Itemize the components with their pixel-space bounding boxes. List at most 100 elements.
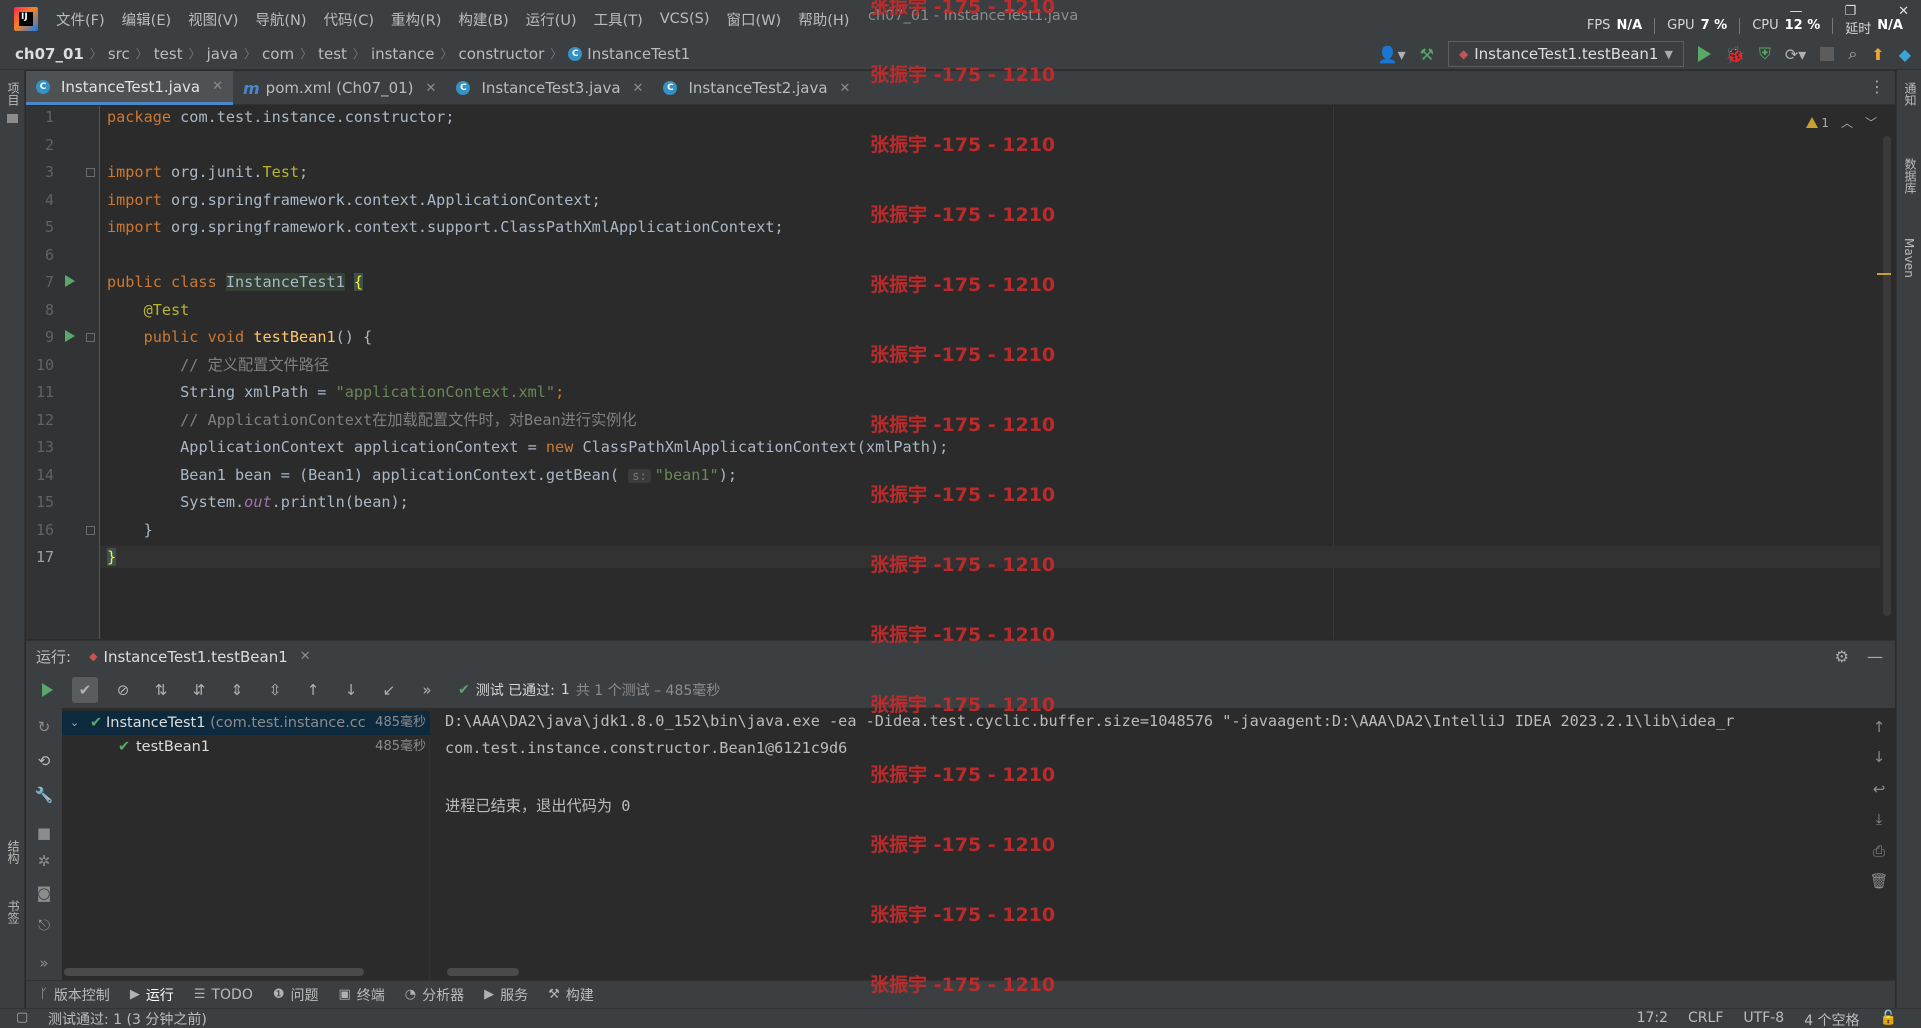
close-icon[interactable]: ✕ xyxy=(633,81,644,96)
fold-icon[interactable] xyxy=(86,168,95,177)
breadcrumb-test-pkg[interactable]: test xyxy=(318,45,347,63)
run-tab[interactable]: ◆ InstanceTest1.testBean1 ✕ xyxy=(89,648,311,666)
sort-duration-icon[interactable]: ⇵ xyxy=(186,677,212,703)
run-test-method-gutter-icon[interactable] xyxy=(62,329,76,343)
menu-help[interactable]: 帮助(H) xyxy=(798,9,849,30)
arrow-up-icon[interactable]: ↑ xyxy=(1869,718,1889,736)
tool-version-control[interactable]: ᚴ 版本控制 xyxy=(40,985,110,1005)
breadcrumb-instance[interactable]: instance xyxy=(371,45,435,63)
next-failed-icon[interactable]: ↓ xyxy=(338,677,364,703)
close-icon[interactable]: ✕ xyxy=(212,79,223,94)
close-icon[interactable]: ✕ xyxy=(426,81,437,96)
database-tool-button[interactable]: 数据库 xyxy=(1902,158,1919,194)
sort-alpha-icon[interactable]: ⇅ xyxy=(148,677,174,703)
code-area[interactable]: package com.test.instance.constructor; i… xyxy=(100,106,1880,639)
stop-icon[interactable] xyxy=(1820,47,1835,61)
chevron-down-icon[interactable]: ﹀ xyxy=(1865,114,1877,131)
run-test-class-gutter-icon[interactable] xyxy=(62,274,76,288)
project-tool-button[interactable]: 项目 xyxy=(5,82,22,106)
structure-tool-button[interactable]: 结构 xyxy=(5,840,22,864)
console-output[interactable]: D:\AAA\DA2\java\jdk1.8.0_152\bin\java.ex… xyxy=(431,708,1861,980)
caret-position[interactable]: 17:2 xyxy=(1637,1010,1668,1028)
debug-icon[interactable]: 🐞 xyxy=(1725,45,1745,64)
print-icon[interactable]: ⎙ xyxy=(1869,842,1889,860)
breadcrumb-com[interactable]: com xyxy=(262,45,294,63)
rerun-icon[interactable] xyxy=(34,677,60,703)
status-message[interactable]: 测试通过: 1 (3 分钟之前) xyxy=(48,1009,207,1028)
toggle-auto-test-icon[interactable]: ⟲ xyxy=(32,752,56,776)
search-icon[interactable]: ⌕ xyxy=(1848,44,1857,64)
bookmarks-tool-button[interactable]: 书签 xyxy=(5,900,22,924)
more-icon[interactable]: » xyxy=(32,954,56,978)
tab-instancetest2[interactable]: C InstanceTest2.java ✕ xyxy=(653,71,860,105)
tree-row[interactable]: ⌄ ✔ InstanceTest1 (com.test.instance.cc … xyxy=(62,711,430,735)
breadcrumb-src[interactable]: src xyxy=(108,45,130,63)
breadcrumb-project[interactable]: ch07_01 xyxy=(15,45,84,63)
wrench-icon[interactable]: 🔧 xyxy=(32,786,56,810)
menu-run[interactable]: 运行(U) xyxy=(526,9,577,30)
more-vertical-icon[interactable]: ⋮ xyxy=(1869,77,1885,96)
import-results-icon[interactable]: ↙ xyxy=(376,677,402,703)
tab-instancetest1[interactable]: C InstanceTest1.java ✕ xyxy=(26,71,233,105)
debug-icon[interactable]: ✲ xyxy=(32,852,56,876)
tool-services[interactable]: ▶ 服务 xyxy=(484,985,528,1005)
tool-profiler[interactable]: ◔ 分析器 xyxy=(405,985,464,1005)
build-hammer-icon[interactable]: ⚒ xyxy=(1420,45,1434,64)
camera-icon[interactable]: ◙ xyxy=(32,884,56,908)
tool-todo[interactable]: ☰ TODO xyxy=(194,987,253,1003)
trash-icon[interactable]: 🗑 xyxy=(1869,872,1889,890)
tab-instancetest3[interactable]: C InstanceTest3.java ✕ xyxy=(446,71,653,105)
ide-logo-icon[interactable]: ◆ xyxy=(1899,45,1911,64)
gear-icon[interactable]: ⚙ xyxy=(1835,647,1849,666)
file-encoding[interactable]: UTF-8 xyxy=(1743,1010,1784,1028)
menu-view[interactable]: 视图(V) xyxy=(188,9,238,30)
line-separator[interactable]: CRLF xyxy=(1688,1010,1723,1028)
collapse-all-icon[interactable]: ⇳ xyxy=(262,677,288,703)
maven-tool-button[interactable]: Maven xyxy=(1902,238,1916,278)
editor-scrollbar[interactable] xyxy=(1883,136,1891,616)
close-icon[interactable]: ✕ xyxy=(1898,4,1909,19)
menu-window[interactable]: 窗口(W) xyxy=(727,9,782,30)
fold-icon[interactable] xyxy=(86,333,95,342)
soft-wrap-icon[interactable]: ↩ xyxy=(1869,780,1889,798)
expand-all-icon[interactable]: ⇕ xyxy=(224,677,250,703)
menu-edit[interactable]: 编辑(E) xyxy=(122,9,171,30)
arrow-down-icon[interactable]: ↓ xyxy=(1869,748,1889,766)
breadcrumb-class[interactable]: InstanceTest1 xyxy=(587,45,690,63)
menu-file[interactable]: 文件(F) xyxy=(56,9,105,30)
run-config-select[interactable]: ◆ InstanceTest1.testBean1 ▼ xyxy=(1448,41,1684,67)
tree-row[interactable]: ✔ testBean1 485毫秒 xyxy=(62,735,430,759)
coverage-icon[interactable]: ⛨ xyxy=(1759,44,1771,64)
inspections-widget[interactable]: 1 ︿ ﹀ xyxy=(1805,114,1877,131)
close-icon[interactable]: ✕ xyxy=(840,81,851,96)
prev-failed-icon[interactable]: ↑ xyxy=(300,677,326,703)
user-icon[interactable]: 👤▾ xyxy=(1378,45,1406,64)
menu-code[interactable]: 代码(C) xyxy=(324,9,374,30)
tab-pom-xml[interactable]: m pom.xml (Ch07_01) ✕ xyxy=(233,71,446,105)
scroll-to-end-icon[interactable]: ⤓ xyxy=(1869,810,1889,828)
code-editor[interactable]: 1 2 3 4 5 6 7 8 9 10 11 12 13 14 15 16 1… xyxy=(26,106,1895,639)
exit-icon[interactable]: ⎋ xyxy=(32,916,56,940)
menu-build[interactable]: 构建(B) xyxy=(458,9,508,30)
toggle-tool-windows-icon[interactable]: ▢ xyxy=(16,1010,28,1025)
tree-scrollbar[interactable] xyxy=(64,968,364,976)
show-passed-icon[interactable]: ✔ xyxy=(72,677,98,703)
menu-tools[interactable]: 工具(T) xyxy=(594,9,643,30)
menu-navigate[interactable]: 导航(N) xyxy=(255,9,306,30)
intellij-logo-icon[interactable]: IJ xyxy=(14,7,38,31)
update-icon[interactable]: ⬆ xyxy=(1871,45,1884,64)
show-ignored-icon[interactable]: ⊘ xyxy=(110,677,136,703)
breadcrumb-test[interactable]: test xyxy=(154,45,183,63)
lock-icon[interactable]: 🔓 xyxy=(1880,1010,1897,1028)
stop-icon[interactable]: ■ xyxy=(32,824,56,848)
indent-setting[interactable]: 4 个空格 xyxy=(1804,1010,1859,1028)
maximize-icon[interactable]: ❐ xyxy=(1844,4,1856,19)
breadcrumb-constructor[interactable]: constructor xyxy=(459,45,545,63)
tool-problems[interactable]: ❶ 问题 xyxy=(273,985,319,1005)
breadcrumb-java[interactable]: java xyxy=(207,45,238,63)
warning-stripe-marker[interactable] xyxy=(1877,273,1891,275)
run-icon[interactable] xyxy=(1697,46,1711,62)
tool-build[interactable]: ⚒ 构建 xyxy=(548,985,594,1005)
menu-refactor[interactable]: 重构(R) xyxy=(391,9,441,30)
console-scrollbar[interactable] xyxy=(447,968,519,976)
